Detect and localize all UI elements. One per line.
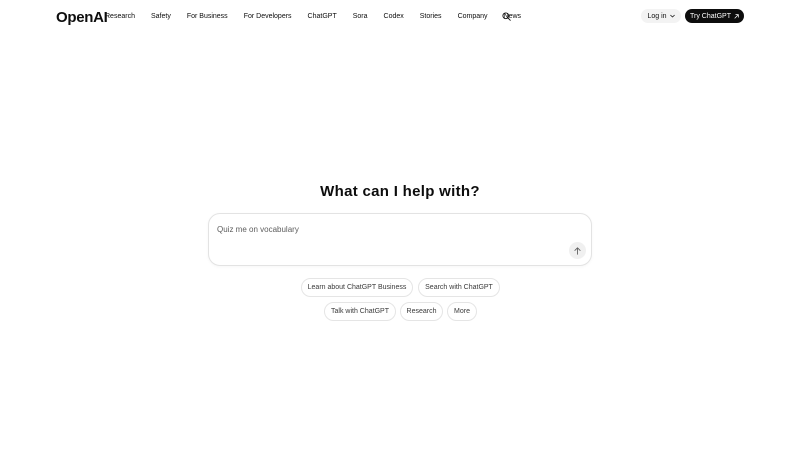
openai-logo[interactable]: OpenAI [56, 9, 108, 26]
page: OpenAI Research Safety For Business For … [0, 0, 800, 450]
arrow-up-icon [574, 246, 581, 255]
chevron-down-icon [669, 14, 675, 18]
send-button[interactable] [569, 242, 586, 259]
login-label: Log in [647, 12, 667, 20]
suggestion-search-with-chatgpt[interactable]: Search with ChatGPT [418, 278, 500, 297]
suggestion-talk-with-chatgpt[interactable]: Talk with ChatGPT [324, 302, 396, 321]
nav-item-for-business[interactable]: For Business [187, 13, 228, 20]
suggestion-more[interactable]: More [447, 302, 477, 321]
page-title: What can I help with? [320, 183, 480, 200]
nav-item-sora[interactable]: Sora [353, 13, 368, 20]
login-button[interactable]: Log in [641, 9, 681, 23]
nav-item-chatgpt[interactable]: ChatGPT [308, 13, 337, 20]
search-icon[interactable] [502, 12, 511, 21]
main-nav: Research Safety For Business For Develop… [105, 0, 521, 32]
nav-item-research[interactable]: Research [105, 13, 135, 20]
nav-item-stories[interactable]: Stories [420, 13, 442, 20]
nav-item-safety[interactable]: Safety [151, 13, 171, 20]
nav-item-company[interactable]: Company [458, 13, 488, 20]
nav-item-codex[interactable]: Codex [384, 13, 404, 20]
prompt-composer [208, 213, 592, 266]
nav-item-for-developers[interactable]: For Developers [244, 13, 292, 20]
arrow-up-right-icon [734, 13, 739, 19]
top-navigation: OpenAI Research Safety For Business For … [0, 0, 800, 32]
prompt-input[interactable] [217, 223, 557, 235]
try-chatgpt-button[interactable]: Try ChatGPT [685, 9, 744, 23]
try-chatgpt-label: Try ChatGPT [690, 12, 731, 20]
suggestion-learn-chatgpt-business[interactable]: Learn about ChatGPT Business [301, 278, 413, 297]
suggestion-research[interactable]: Research [400, 302, 443, 321]
